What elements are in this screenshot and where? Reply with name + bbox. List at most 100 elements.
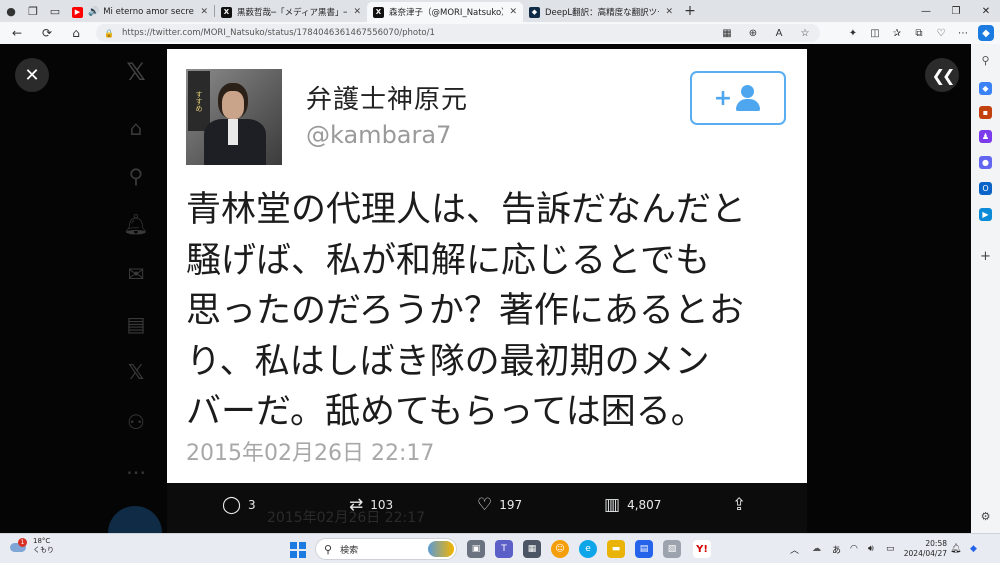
copilot-taskbar-icon[interactable]: ◆ (970, 534, 977, 563)
yahoo-icon[interactable]: Y! (693, 540, 711, 558)
tools-briefcase-icon[interactable]: ▪ (979, 106, 992, 119)
tab-youtube[interactable]: ▶ 🔊 Mi eterno amor secreto - Yo ✕ (66, 2, 214, 22)
url-field[interactable]: 🔒 https://twitter.com/MORI_Natsuko/statu… (96, 24, 820, 42)
teams-icon[interactable]: T (495, 540, 513, 558)
author-name: 弁護士神原元 (306, 85, 469, 115)
copilot-heart-icon[interactable]: ♡ (930, 22, 952, 44)
address-bar: ← ⟳ ⌂ 🔒 https://twitter.com/MORI_Natsuko… (0, 22, 1000, 44)
favorites-icon[interactable]: ✰ (886, 22, 908, 44)
weather-desc: くもり (33, 546, 54, 554)
taskbar-search[interactable]: ⚲ 検索 (315, 538, 457, 560)
speaker-icon[interactable]: 🔊 (88, 7, 99, 17)
volume-icon[interactable]: 🔊︎ (868, 534, 874, 563)
tweet-actions-bar: ◯ 3 ⇄ 103 ♡ 197 ▥ 4,807 ⇪ (167, 490, 807, 520)
more-menu-icon[interactable]: ⋯ (952, 22, 974, 44)
deepl-icon: ◆ (529, 6, 540, 18)
close-tab-icon[interactable]: ✕ (665, 7, 673, 17)
repost-button[interactable]: ⇄ 103 (349, 490, 393, 520)
sidebar-settings-icon[interactable]: ⚙ (979, 510, 992, 523)
zoom-icon[interactable]: ⊕ (742, 22, 764, 44)
reply-count: 3 (248, 498, 256, 512)
tab-mori-natsuko[interactable]: X 森奈津子（@MORI_Natsuko）さ ✕ (367, 2, 523, 22)
search-nav-icon[interactable]: ⚲ (122, 162, 150, 190)
tweet-line: 騒げば、私が和解に応じるとでも (186, 240, 710, 281)
photos-icon[interactable]: ▧ (663, 540, 681, 558)
tray-overflow-icon[interactable]: ︿ (790, 534, 799, 563)
search-icon[interactable]: ⚲ (979, 54, 992, 67)
tab-title: DeepL翻訳：高精度な翻訳ツール (545, 8, 659, 18)
reply-button[interactable]: ◯ 3 (222, 490, 256, 520)
close-window-button[interactable]: ✕ (972, 0, 1000, 22)
weather-widget[interactable]: 1 18°C くもり (10, 537, 54, 555)
tab-actions-icon[interactable]: ▭ (44, 0, 66, 22)
x-logo-icon[interactable]: 𝕏 (122, 58, 150, 86)
tab-deepl[interactable]: ◆ DeepL翻訳：高精度な翻訳ツール ✕ (523, 2, 679, 22)
tab-kuroyabu[interactable]: X 黒薮哲哉─「メディア黒書」─「押し紙 ✕ (215, 2, 367, 22)
emoji-app-icon[interactable]: ☺ (551, 540, 569, 558)
tweet-line: バーだ。舐めてもらっては困る。 (186, 392, 706, 432)
edge-browser-icon[interactable]: e (579, 540, 597, 558)
clock-date: 2024/04/27 (903, 549, 947, 558)
minimize-button[interactable]: — (912, 0, 940, 22)
tweet-line: り、私はしばき隊の最初期のメン (186, 341, 710, 382)
home-nav-icon[interactable]: ⌂ (122, 114, 150, 142)
close-tab-icon[interactable]: ✕ (200, 7, 208, 17)
lists-nav-icon[interactable]: ▤ (122, 310, 150, 338)
home-button[interactable]: ⌂ (63, 22, 89, 44)
tab-bar: ● ❐ ▭ ▶ 🔊 Mi eterno amor secreto - Yo ✕ … (0, 0, 1000, 22)
notepad-icon[interactable]: ▤ (635, 540, 653, 558)
premium-nav-icon[interactable]: 𝕏 (122, 358, 150, 386)
outlook-icon[interactable]: O (979, 182, 992, 195)
task-view-icon[interactable]: ▣ (467, 540, 485, 558)
microsoft365-icon[interactable]: ● (979, 156, 992, 169)
notifications-nav-icon[interactable]: 🔔︎ (122, 210, 150, 238)
weather-badge: 1 (18, 538, 27, 547)
restore-button[interactable]: ❐ (942, 0, 970, 22)
close-tab-icon[interactable]: ✕ (353, 7, 361, 17)
taskbar-clock[interactable]: 20:58 2024/04/27 (903, 539, 947, 559)
read-aloud-icon[interactable]: A (768, 22, 790, 44)
onedrive-cloud-icon[interactable]: ☁ (812, 534, 821, 563)
tab-title: Mi eterno amor secreto - Yo (103, 7, 194, 17)
person-icon (734, 85, 762, 111)
refresh-button[interactable]: ⟳ (34, 22, 60, 44)
share-icon: ⇪ (732, 495, 747, 515)
like-button[interactable]: ♡ 197 (477, 490, 522, 520)
tweet-line: 思ったのだろうか？著作にあるとお (186, 291, 744, 331)
views-button[interactable]: ▥ 4,807 (604, 490, 661, 520)
copilot-icon[interactable]: ◆ (978, 25, 994, 41)
notification-bell-icon[interactable]: 🔔︎ (950, 534, 961, 563)
split-screen-icon[interactable]: ◫ (864, 22, 886, 44)
favorite-star-icon[interactable]: ☆ (794, 22, 816, 44)
tweet-timestamp: 2015年02月26日 22:17 (186, 441, 435, 466)
close-tab-icon[interactable]: ✕ (509, 7, 517, 17)
battery-icon[interactable]: ▭ (886, 534, 895, 563)
share-button[interactable]: ⇪ (732, 490, 753, 520)
profile-nav-icon[interactable]: ⚇ (122, 408, 150, 436)
workspaces-icon[interactable]: ❐ (22, 0, 44, 22)
games-icon[interactable]: ♟ (979, 130, 992, 143)
repost-count: 103 (370, 498, 394, 512)
messages-nav-icon[interactable]: ✉ (122, 260, 150, 288)
lock-icon[interactable]: 🔒 (104, 29, 114, 38)
shopping-tag-icon[interactable]: ◆ (979, 82, 992, 95)
widgets-icon[interactable]: ▦ (523, 540, 541, 558)
search-highlight-image (428, 541, 454, 557)
file-explorer-icon[interactable]: ▬ (607, 540, 625, 558)
wifi-icon[interactable]: ◠ (850, 534, 858, 563)
back-button[interactable]: ← (4, 22, 30, 44)
more-nav-icon[interactable]: ⋯ (122, 458, 150, 486)
profile-icon[interactable]: ● (0, 0, 22, 22)
cloud-icon: 1 (10, 538, 28, 553)
drop-icon[interactable]: ▶ (979, 208, 992, 221)
expand-panel-button[interactable]: ❮❮ (925, 58, 959, 92)
collections-icon[interactable]: ⧉ (908, 22, 930, 44)
app-available-icon[interactable]: ▦ (716, 22, 738, 44)
x-icon: X (373, 6, 384, 18)
close-lightbox-button[interactable]: ✕ (15, 58, 49, 92)
windows-start-icon[interactable] (290, 542, 306, 558)
ime-indicator[interactable]: あ (832, 534, 841, 563)
add-sidebar-app-icon[interactable]: + (979, 249, 992, 264)
new-tab-button[interactable]: + (679, 3, 701, 19)
extensions-icon[interactable]: ✦ (842, 22, 864, 44)
